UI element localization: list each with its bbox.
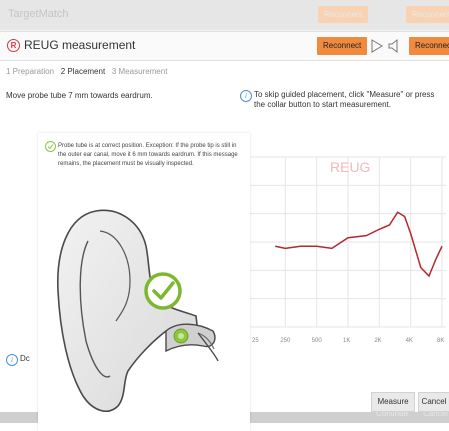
dialog-title: REUG measurement — [24, 38, 136, 52]
reug-measurement-dialog: R REUG measurement Reconnect Reconnect 1… — [0, 31, 449, 431]
reconnect-button[interactable]: Reconnect — [317, 37, 368, 55]
background-reconnect-button: Reconnect — [318, 6, 369, 23]
step-preparation[interactable]: 1 Preparation — [6, 67, 54, 76]
reug-chart: REUG 25 250 500 1K 2K 4K 8K — [250, 137, 446, 347]
x-tick-label: 25 — [252, 338, 259, 344]
info-icon-bottom: i — [6, 354, 18, 366]
info-icon: i — [240, 90, 252, 102]
x-tick-label: 8K — [437, 338, 444, 344]
background-reconnect-button-right: Reconnect — [406, 6, 449, 23]
chart-title: REUG — [330, 159, 370, 175]
check-circle-icon — [45, 141, 56, 152]
reug-chart-svg: REUG 25 250 500 1K 2K 4K 8K — [250, 156, 446, 344]
dialog-header: R REUG measurement Reconnect Reconnect — [0, 32, 449, 61]
background-app-title: TargetMatch — [8, 8, 69, 20]
ear-illustration — [57, 209, 219, 412]
play-icon[interactable] — [369, 38, 385, 54]
bottom-info-text: Dc — [20, 354, 30, 363]
step-placement[interactable]: 2 Placement — [61, 67, 105, 76]
skip-placement-instruction: To skip guided placement, click "Measure… — [254, 90, 435, 109]
x-tick-label: 500 — [312, 338, 323, 344]
step-measurement[interactable]: 3 Measurement — [112, 67, 168, 76]
x-tick-label: 1K — [343, 338, 350, 344]
reconnect-right-button[interactable]: Reconnect — [409, 37, 449, 55]
x-tick-label: 2K — [374, 338, 381, 344]
reug-curve — [275, 211, 443, 278]
x-tick-label: 250 — [280, 338, 291, 344]
cancel-button[interactable]: Cancel — [418, 392, 449, 412]
probe-status-message: Probe tube is at correct position. Excep… — [58, 143, 238, 167]
x-tick-label: 4K — [406, 338, 413, 344]
background-titlebar: TargetMatch Reconnect Reconnect — [0, 0, 449, 30]
reug-badge-icon: R — [7, 39, 20, 52]
placement-overlay-card: Probe tube is at correct position. Excep… — [38, 133, 250, 431]
placement-instruction: Move probe tube 7 mm towards eardrum. — [6, 91, 153, 100]
step-breadcrumb: 1 Preparation 2 Placement 3 Measurement — [6, 67, 167, 76]
measure-button[interactable]: Measure — [371, 392, 415, 412]
speaker-icon[interactable] — [386, 38, 402, 54]
